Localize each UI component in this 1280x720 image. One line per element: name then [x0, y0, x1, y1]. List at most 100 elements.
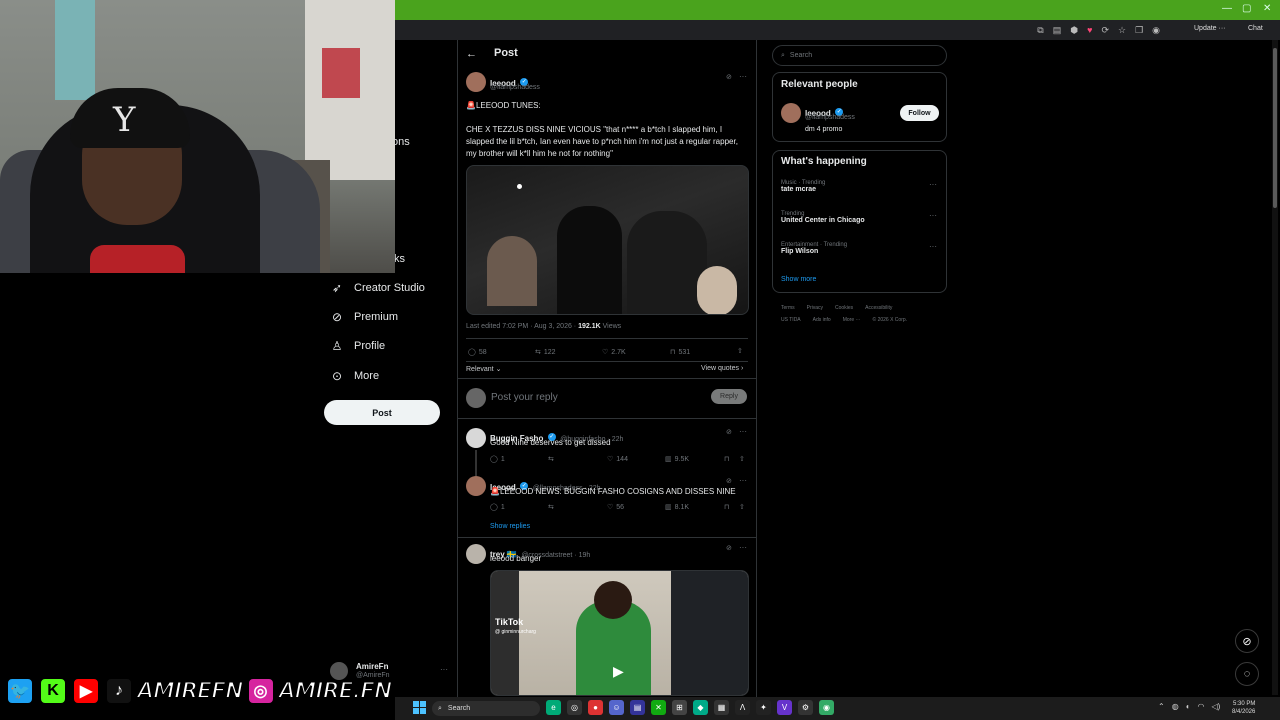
sidebar-post-button[interactable]: Post: [324, 400, 440, 425]
discord-icon[interactable]: ☺: [609, 700, 624, 715]
sidebar-item-more[interactable]: ⊙ More: [330, 366, 379, 386]
play-icon[interactable]: ▶: [613, 663, 624, 680]
trend-more-icon[interactable]: ···: [929, 242, 937, 251]
grok-icon[interactable]: ⊘: [726, 73, 732, 81]
post-more-icon[interactable]: ···: [739, 543, 747, 552]
trend-more-icon[interactable]: ···: [929, 211, 937, 220]
like-button[interactable]: ♡ 2.7K: [602, 348, 626, 357]
sidebar-item-profile[interactable]: ♙ Profile: [330, 336, 386, 356]
post-more-icon[interactable]: ···: [739, 476, 747, 485]
app-icon[interactable]: ▦: [714, 700, 729, 715]
grok-icon[interactable]: ⊘: [726, 477, 732, 485]
reply-button[interactable]: ◯ 1: [490, 455, 505, 464]
trend-more-icon[interactable]: ···: [929, 180, 937, 189]
app-icon[interactable]: ▤: [630, 700, 645, 715]
settings-icon[interactable]: ⚙: [798, 700, 813, 715]
avatar[interactable]: [466, 476, 486, 496]
reply-button[interactable]: ◯ 1: [490, 503, 505, 512]
show-more-link[interactable]: Show more: [781, 276, 816, 283]
footer-link[interactable]: More ···: [843, 317, 861, 323]
bookmark-button[interactable]: ⊓: [724, 503, 729, 511]
reader-icon[interactable]: ▤: [1053, 25, 1062, 36]
app-icon[interactable]: ⊞: [672, 700, 687, 715]
trend-item[interactable]: Trending United Center in Chicago: [781, 211, 865, 224]
bookmark-button[interactable]: ⊓ 531: [670, 348, 690, 357]
app-icon[interactable]: Λ: [735, 700, 750, 715]
app-icon[interactable]: ◆: [693, 700, 708, 715]
chat-button[interactable]: Chat: [1248, 25, 1263, 32]
sidebar-item-premium[interactable]: ⊘ Premium: [330, 307, 398, 327]
share-button[interactable]: ⇧: [739, 503, 745, 511]
app-icon[interactable]: ◎: [567, 700, 582, 715]
repost-button[interactable]: ⇆: [548, 503, 554, 511]
follow-button[interactable]: Follow: [900, 105, 939, 121]
share-button[interactable]: ⇧: [739, 455, 745, 463]
bookmark-button[interactable]: ⊓: [724, 455, 729, 463]
sidebar-item-bookmarks-fragment[interactable]: ks: [394, 253, 405, 265]
taskbar-clock[interactable]: 5:30 PM 8/4/2026: [1232, 700, 1255, 716]
share-button[interactable]: ⇧: [737, 347, 743, 355]
sidebar-item-creator-studio[interactable]: ➶ Creator Studio: [330, 278, 425, 298]
translate-icon[interactable]: ⧉: [1037, 25, 1043, 36]
views-stat[interactable]: ▥ 8.1K: [665, 503, 689, 512]
reply-submit-button[interactable]: Reply: [711, 389, 747, 404]
refresh-icon[interactable]: ⟳: [1101, 25, 1109, 36]
tray-app-icon[interactable]: ◍: [1172, 702, 1179, 711]
footer-link[interactable]: Privacy: [807, 305, 823, 311]
taskbar-search-input[interactable]: ⌕ Search: [432, 701, 540, 716]
post-more-icon[interactable]: ···: [739, 427, 747, 436]
trend-item[interactable]: Entertainment · Trending Flip Wilson: [781, 242, 847, 255]
footer-link[interactable]: Cookies: [835, 305, 853, 311]
heart-icon[interactable]: ♥: [1087, 25, 1092, 36]
view-quotes-link[interactable]: View quotes ›: [701, 365, 743, 372]
minimize-button[interactable]: —: [1222, 3, 1232, 14]
footer-link[interactable]: Accessibility: [865, 305, 892, 311]
sort-replies-dropdown[interactable]: Relevant ⌄: [466, 365, 501, 373]
messages-fab-icon[interactable]: ◌: [1235, 662, 1259, 686]
reply-button[interactable]: ◯ 58: [468, 348, 487, 357]
views-stat[interactable]: ▥ 9.5K: [665, 455, 689, 464]
repost-button[interactable]: ⇆: [548, 455, 554, 463]
trend-item[interactable]: Music · Trending tate mcrae: [781, 180, 825, 193]
update-button[interactable]: Update ···: [1194, 25, 1226, 32]
favorite-star-icon[interactable]: ☆: [1118, 25, 1126, 36]
app-icon[interactable]: ◉: [819, 700, 834, 715]
footer-link[interactable]: US TIDA: [781, 317, 801, 323]
avatar[interactable]: [466, 428, 486, 448]
profile-avatar-icon[interactable]: ◉: [1152, 25, 1160, 36]
like-button[interactable]: ♡ 144: [607, 455, 628, 464]
back-arrow-icon[interactable]: ←: [466, 48, 477, 60]
account-more-icon[interactable]: ···: [440, 665, 448, 674]
xbox-icon[interactable]: ✕: [651, 700, 666, 715]
maximize-button[interactable]: ▢: [1242, 3, 1251, 14]
grok-fab-icon[interactable]: ⊘: [1235, 629, 1259, 653]
search-input[interactable]: ⌕ Search: [772, 45, 947, 66]
volume-icon[interactable]: ◁): [1212, 702, 1221, 711]
chevron-up-icon[interactable]: ⌃: [1158, 702, 1165, 711]
collections-icon[interactable]: ❐: [1135, 25, 1143, 36]
reply-composer-input[interactable]: Post your reply: [491, 392, 558, 403]
avatar[interactable]: [781, 103, 801, 123]
repost-button[interactable]: ⇆ 122: [535, 348, 556, 357]
windows-start-icon[interactable]: [413, 701, 426, 714]
post-more-icon[interactable]: ···: [739, 72, 747, 81]
grok-icon[interactable]: ⊘: [726, 544, 732, 552]
app-icon[interactable]: ✦: [756, 700, 771, 715]
avatar[interactable]: [466, 72, 486, 92]
chrome-icon[interactable]: ●: [588, 700, 603, 715]
wifi-icon[interactable]: ◠: [1198, 702, 1205, 711]
tray-app-icon[interactable]: ◐: [1186, 702, 1191, 711]
footer-link[interactable]: Ads info: [813, 317, 831, 323]
post-video[interactable]: [466, 165, 749, 315]
close-window-button[interactable]: ✕: [1263, 3, 1271, 14]
edge-icon[interactable]: e: [546, 700, 561, 715]
page-scrollbar[interactable]: [1272, 40, 1278, 695]
app-icon[interactable]: V: [777, 700, 792, 715]
reply-video[interactable]: TikTok @ ginminnurcharg ▶: [490, 570, 749, 696]
like-button[interactable]: ♡ 56: [607, 503, 624, 512]
footer-link[interactable]: Terms: [781, 305, 795, 311]
grok-icon[interactable]: ⊘: [726, 428, 732, 436]
extension-icon[interactable]: ⬢: [1070, 25, 1078, 36]
show-replies-link[interactable]: Show replies: [490, 523, 530, 530]
avatar[interactable]: [466, 544, 486, 564]
